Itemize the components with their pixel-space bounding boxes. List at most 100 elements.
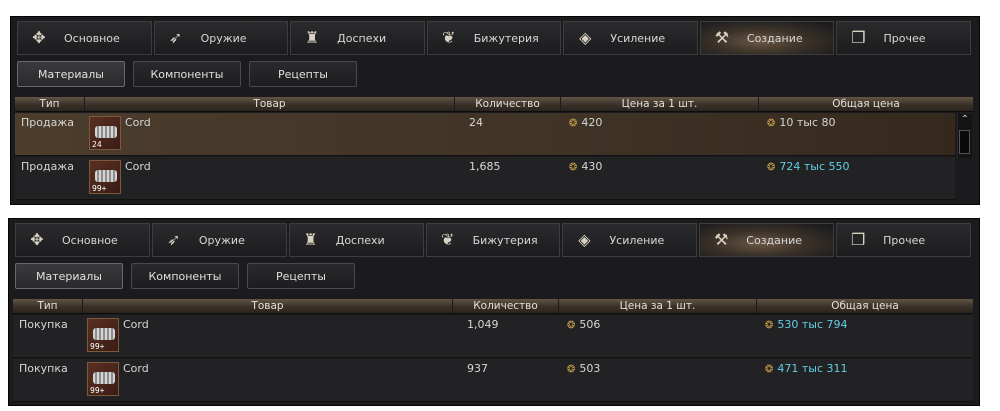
anvil-icon: ⚒: [714, 28, 730, 47]
gear-icon: ✥: [32, 28, 46, 47]
total-price-value: 530 тыс 794: [777, 318, 848, 331]
subtab-button[interactable]: Материалы: [17, 61, 125, 87]
box-icon: ❒: [850, 230, 866, 249]
adena-coin-icon: ❂: [567, 364, 576, 375]
tab-anvil[interactable]: ⚒ Создание: [699, 21, 835, 55]
bow-icon: ➶: [167, 230, 181, 249]
item-cell: 99+ Cord: [85, 157, 455, 199]
total-price: ❂ 471 тыс 311: [757, 359, 973, 401]
cord-item-icon: 24: [89, 116, 121, 150]
tab-helmet[interactable]: ♜ Доспехи: [288, 223, 424, 257]
listing-type: Покупка: [19, 362, 68, 375]
tab-label: Усиление: [610, 31, 666, 45]
cord-spool-icon: [93, 372, 115, 384]
table-header: Тип Товар Количество Цена за 1 шт. Общая цен…: [13, 299, 973, 314]
cord-item-icon: 99+: [87, 362, 119, 396]
tab-jewelry[interactable]: ❦ Бижутерия: [426, 21, 562, 55]
tab-label: Бижутерия: [472, 233, 538, 247]
tab-gear[interactable]: ✥ Основное: [15, 223, 150, 257]
tab-crystal[interactable]: ◈ Усиление: [563, 21, 698, 55]
tab-box[interactable]: ❒ Прочее: [836, 21, 972, 55]
stack-count: 24: [92, 140, 102, 149]
table-row[interactable]: Покупка 99+ Cord 1,049 ❂ 506 ❂ 530 тыс 794: [13, 315, 973, 358]
total-price: ❂ 530 тыс 794: [757, 315, 973, 357]
unit-price-value: 430: [581, 160, 603, 173]
tab-bow[interactable]: ➶ Оружие: [151, 223, 287, 257]
column-header-item[interactable]: Товар: [83, 299, 453, 313]
tab-gear[interactable]: ✥ Основное: [17, 21, 152, 55]
total-price: ❂ 724 тыс 550: [759, 157, 955, 199]
quantity: 937: [467, 362, 488, 375]
tab-label: Создание: [746, 233, 803, 247]
column-header-unit-price[interactable]: Цена за 1 шт.: [561, 97, 759, 111]
subtab-button[interactable]: Компоненты: [133, 61, 241, 87]
stack-count: 99+: [90, 386, 105, 395]
market-panel-buy: ✥ Основное ➶ Оружие ♜ Доспехи ❦ Бижутерия ◈ Усиле…: [8, 218, 980, 406]
column-header-item[interactable]: Товар: [85, 97, 455, 111]
tab-label: Основное: [64, 31, 120, 45]
item-name: Cord: [125, 160, 151, 173]
cord-spool-icon: [93, 328, 115, 340]
total-price-value: 10 тыс 80: [779, 116, 836, 129]
subcategory-tabs: Материалы Компоненты Рецепты: [17, 61, 357, 87]
tab-anvil[interactable]: ⚒ Создание: [699, 223, 835, 257]
item-name: Cord: [123, 318, 149, 331]
tab-label: Бижутерия: [473, 31, 539, 45]
listing-type: Продажа: [21, 116, 74, 129]
tab-label: Оружие: [198, 233, 245, 247]
quantity: 1,685: [469, 160, 501, 173]
bow-icon: ➶: [168, 28, 183, 47]
table-row[interactable]: Продажа 24 Cord 24 ❂ 420 ❂ 10 тыс 80: [15, 113, 955, 156]
table-row[interactable]: Продажа 99+ Cord 1,685 ❂ 430 ❂ 724 тыс 550: [15, 157, 955, 200]
subtab-button[interactable]: Рецепты: [249, 61, 357, 87]
tab-label: Прочее: [883, 31, 926, 45]
quantity: 1,049: [467, 318, 499, 331]
subtab-button[interactable]: Материалы: [15, 263, 123, 289]
column-header-type[interactable]: Тип: [15, 97, 85, 111]
column-header-unit-price[interactable]: Цена за 1 шт.: [559, 299, 757, 313]
jewelry-icon: ❦: [440, 230, 455, 249]
adena-coin-icon: ❂: [767, 118, 776, 129]
stack-count: 99+: [90, 342, 105, 351]
unit-price-value: 506: [579, 318, 601, 331]
item-cell: 99+ Cord: [83, 359, 453, 401]
column-header-total-price[interactable]: Общая цена: [757, 299, 973, 313]
column-header-total-price[interactable]: Общая цена: [759, 97, 973, 111]
adena-coin-icon: ❂: [767, 162, 776, 173]
category-tabs: ✥ Основное ➶ Оружие ♜ Доспехи ❦ Бижутерия ◈ Усиле…: [17, 21, 973, 55]
scroll-thumb[interactable]: [959, 130, 970, 154]
adena-coin-icon: ❂: [569, 162, 578, 173]
column-header-quantity[interactable]: Количество: [455, 97, 561, 111]
tab-jewelry[interactable]: ❦ Бижутерия: [425, 223, 561, 257]
category-tabs: ✥ Основное ➶ Оружие ♜ Доспехи ❦ Бижутерия ◈ Усиле…: [15, 223, 973, 257]
unit-price: ❂ 420: [561, 113, 759, 155]
helmet-icon: ♜: [304, 28, 320, 47]
quantity: 24: [469, 116, 483, 129]
adena-coin-icon: ❂: [765, 320, 774, 331]
tab-bow[interactable]: ➶ Оружие: [153, 21, 289, 55]
cord-item-icon: 99+: [89, 160, 121, 194]
cord-spool-icon: [95, 126, 117, 138]
scroll-up-icon[interactable]: ⌃: [958, 114, 972, 126]
scrollbar[interactable]: ⌃: [957, 114, 972, 158]
column-header-type[interactable]: Тип: [13, 299, 83, 313]
gear-icon: ✥: [30, 230, 44, 249]
subtab-button[interactable]: Рецепты: [247, 263, 355, 289]
table-row[interactable]: Покупка 99+ Cord 937 ❂ 503 ❂ 471 тыс 311: [13, 359, 973, 402]
tab-box[interactable]: ❒ Прочее: [836, 223, 972, 257]
cord-item-icon: 99+: [87, 318, 119, 352]
listing-type: Покупка: [19, 318, 68, 331]
table-header: Тип Товар Количество Цена за 1 шт. Общая цен…: [15, 97, 973, 112]
item-name: Cord: [123, 362, 149, 375]
tab-crystal[interactable]: ◈ Усиление: [562, 223, 698, 257]
crystal-icon: ◈: [579, 28, 592, 47]
item-name: Cord: [125, 116, 151, 129]
subtab-button[interactable]: Компоненты: [131, 263, 239, 289]
tab-label: Доспехи: [337, 31, 387, 45]
item-cell: 99+ Cord: [83, 315, 453, 357]
column-header-quantity[interactable]: Количество: [453, 299, 559, 313]
tab-helmet[interactable]: ♜ Доспехи: [290, 21, 425, 55]
subcategory-tabs: Материалы Компоненты Рецепты: [15, 263, 355, 289]
adena-coin-icon: ❂: [569, 118, 578, 129]
market-panel-sell: ✥ Основное ➶ Оружие ♜ Доспехи ❦ Бижутерия ◈ Усиле…: [10, 16, 980, 205]
